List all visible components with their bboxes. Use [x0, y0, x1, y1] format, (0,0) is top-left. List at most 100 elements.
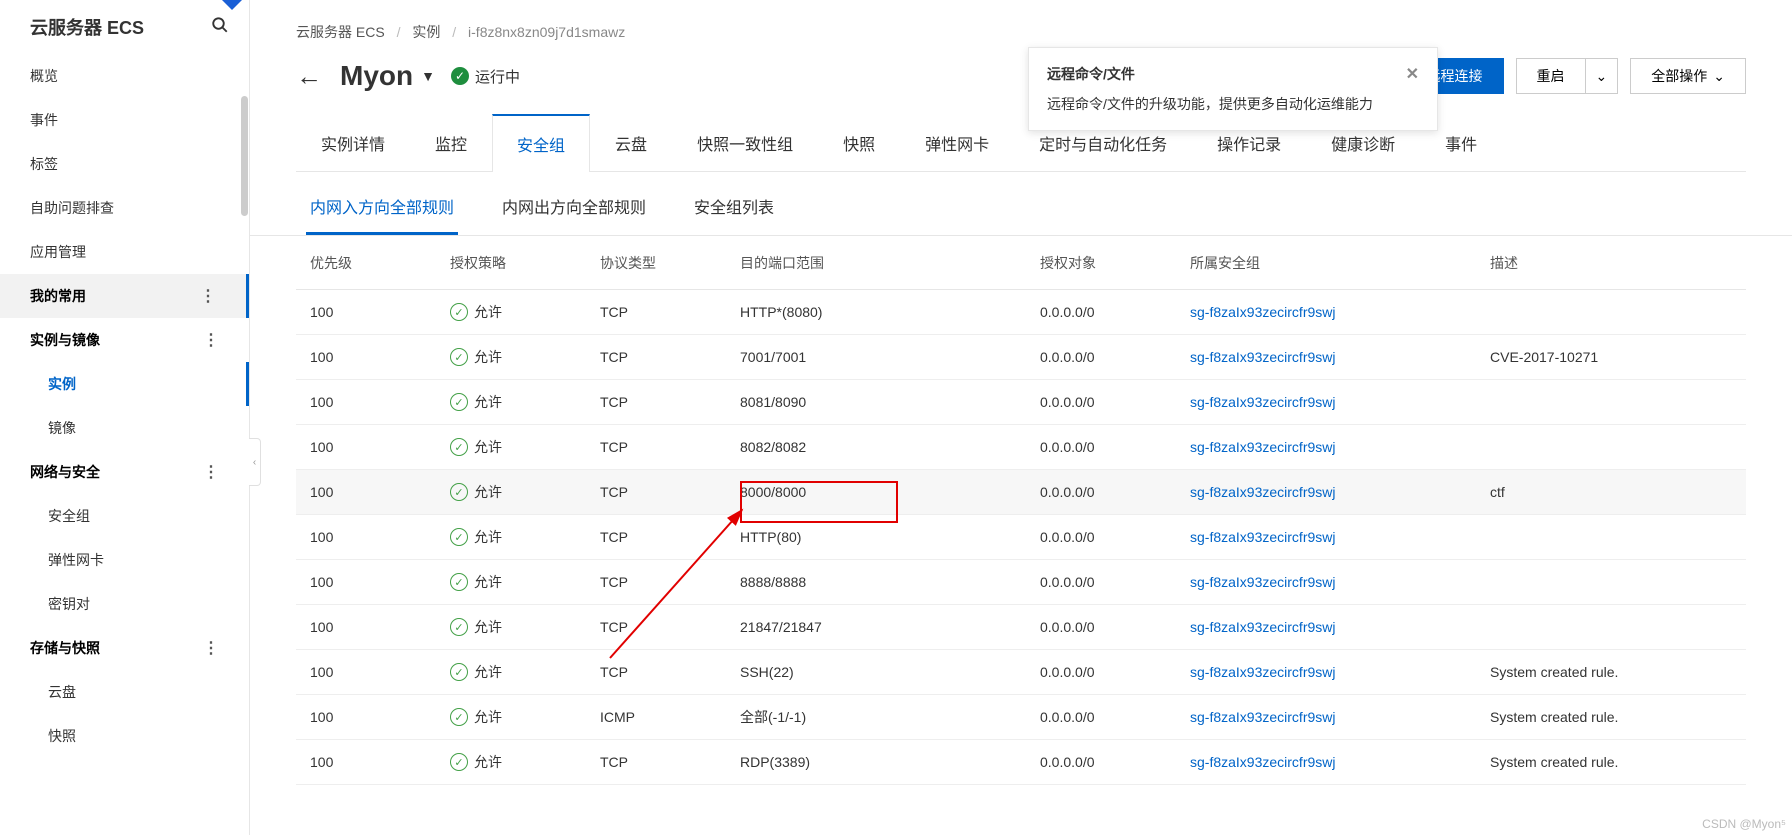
breadcrumb-section[interactable]: 实例	[412, 24, 440, 40]
sidebar-item[interactable]: 密钥对	[0, 582, 249, 626]
cell-security-group: sg-f8zaIx93zecircfr9swj	[1190, 304, 1490, 320]
sidebar-item[interactable]: 实例	[0, 362, 249, 406]
instance-title: Myon	[340, 60, 413, 92]
table-row[interactable]: 100✓允许TCPHTTP*(8080)0.0.0.0/0sg-f8zaIx93…	[296, 290, 1746, 335]
cell-auth-object: 0.0.0.0/0	[1040, 664, 1190, 680]
sidebar-item-label: 应用管理	[30, 242, 86, 262]
sidebar-item[interactable]: 应用管理	[0, 230, 249, 274]
sub-tab[interactable]: 安全组列表	[690, 194, 778, 235]
sidebar-title: 云服务器 ECS	[30, 14, 144, 40]
table-row[interactable]: 100✓允许TCP8082/80820.0.0.0/0sg-f8zaIx93ze…	[296, 425, 1746, 470]
back-arrow-icon[interactable]: ←	[296, 61, 322, 92]
sidebar-collapse-handle[interactable]: ‹	[249, 438, 261, 486]
column-header: 协议类型	[600, 253, 740, 273]
table-row[interactable]: 100✓允许TCP21847/218470.0.0.0/0sg-f8zaIx93…	[296, 605, 1746, 650]
cell-auth-object: 0.0.0.0/0	[1040, 754, 1190, 770]
tab[interactable]: 监控	[410, 114, 492, 172]
cell-security-group: sg-f8zaIx93zecircfr9swj	[1190, 709, 1490, 725]
sidebar-item[interactable]: 我的常用⋮	[0, 274, 249, 318]
table-row[interactable]: 100✓允许TCP7001/70010.0.0.0/0sg-f8zaIx93ze…	[296, 335, 1746, 380]
cell-description: System created rule.	[1490, 754, 1732, 770]
policy-label: 允许	[474, 302, 502, 322]
table-row[interactable]: 100✓允许TCP8000/80000.0.0.0/0sg-f8zaIx93ze…	[296, 470, 1746, 515]
security-group-link[interactable]: sg-f8zaIx93zecircfr9swj	[1190, 754, 1336, 770]
sidebar-item[interactable]: 弹性网卡	[0, 538, 249, 582]
sidebar-scrollbar[interactable]	[241, 96, 248, 216]
cell-description: System created rule.	[1490, 709, 1732, 725]
cell-auth-object: 0.0.0.0/0	[1040, 349, 1190, 365]
cell-security-group: sg-f8zaIx93zecircfr9swj	[1190, 349, 1490, 365]
tab[interactable]: 快照一致性组	[672, 114, 818, 172]
table-row[interactable]: 100✓允许TCPRDP(3389)0.0.0.0/0sg-f8zaIx93ze…	[296, 740, 1746, 785]
cell-policy: ✓允许	[450, 662, 600, 682]
sidebar-item[interactable]: 概览	[0, 54, 249, 98]
cell-protocol: ICMP	[600, 709, 740, 725]
tab[interactable]: 弹性网卡	[900, 114, 1014, 172]
cell-security-group: sg-f8zaIx93zecircfr9swj	[1190, 754, 1490, 770]
more-icon[interactable]: ⋮	[200, 286, 216, 306]
sidebar-item[interactable]: 存储与快照⋮	[0, 626, 249, 670]
table-row[interactable]: 100✓允许TCP8888/88880.0.0.0/0sg-f8zaIx93ze…	[296, 560, 1746, 605]
security-group-link[interactable]: sg-f8zaIx93zecircfr9swj	[1190, 619, 1336, 635]
sub-tab[interactable]: 内网出方向全部规则	[498, 194, 650, 235]
tab[interactable]: 实例详情	[296, 114, 410, 172]
tooltip-title: 远程命令/文件	[1047, 64, 1135, 84]
allow-icon: ✓	[450, 618, 468, 636]
security-group-link[interactable]: sg-f8zaIx93zecircfr9swj	[1190, 304, 1336, 320]
more-icon[interactable]: ⋮	[203, 638, 219, 658]
cell-priority: 100	[310, 439, 450, 455]
cell-auth-object: 0.0.0.0/0	[1040, 709, 1190, 725]
security-group-link[interactable]: sg-f8zaIx93zecircfr9swj	[1190, 529, 1336, 545]
sidebar-item[interactable]: 云盘	[0, 670, 249, 714]
allow-icon: ✓	[450, 348, 468, 366]
security-group-link[interactable]: sg-f8zaIx93zecircfr9swj	[1190, 439, 1336, 455]
search-icon[interactable]	[211, 16, 229, 39]
table-row[interactable]: 100✓允许ICMP全部(-1/-1)0.0.0.0/0sg-f8zaIx93z…	[296, 695, 1746, 740]
cell-description: System created rule.	[1490, 664, 1732, 680]
cell-priority: 100	[310, 709, 450, 725]
sidebar-item[interactable]: 安全组	[0, 494, 249, 538]
sidebar-item[interactable]: 实例与镜像⋮	[0, 318, 249, 362]
cell-priority: 100	[310, 529, 450, 545]
policy-label: 允许	[474, 707, 502, 727]
sidebar-item-label: 密钥对	[48, 594, 90, 614]
security-group-link[interactable]: sg-f8zaIx93zecircfr9swj	[1190, 394, 1336, 410]
more-icon[interactable]: ⋮	[203, 462, 219, 482]
table-row[interactable]: 100✓允许TCP8081/80900.0.0.0/0sg-f8zaIx93ze…	[296, 380, 1746, 425]
security-group-link[interactable]: sg-f8zaIx93zecircfr9swj	[1190, 574, 1336, 590]
column-header: 授权对象	[1040, 253, 1190, 273]
cell-port-range: RDP(3389)	[740, 754, 1040, 770]
tab[interactable]: 云盘	[590, 114, 672, 172]
restart-button[interactable]: 重启	[1516, 58, 1585, 94]
security-group-link[interactable]: sg-f8zaIx93zecircfr9swj	[1190, 664, 1336, 680]
cell-auth-object: 0.0.0.0/0	[1040, 529, 1190, 545]
sidebar-item-label: 概览	[30, 66, 58, 86]
cell-protocol: TCP	[600, 619, 740, 635]
tab[interactable]: 安全组	[492, 114, 590, 172]
sidebar-item[interactable]: 快照	[0, 714, 249, 758]
tab[interactable]: 快照	[818, 114, 900, 172]
title-dropdown-icon[interactable]: ▼	[421, 68, 435, 84]
security-group-link[interactable]: sg-f8zaIx93zecircfr9swj	[1190, 484, 1336, 500]
cell-port-range: HTTP*(8080)	[740, 304, 1040, 320]
table-row[interactable]: 100✓允许TCPSSH(22)0.0.0.0/0sg-f8zaIx93zeci…	[296, 650, 1746, 695]
cell-priority: 100	[310, 574, 450, 590]
restart-dropdown-button[interactable]: ⌄	[1585, 58, 1619, 94]
sidebar-item[interactable]: 镜像	[0, 406, 249, 450]
sidebar-item-label: 事件	[30, 110, 58, 130]
sidebar-item[interactable]: 自助问题排查	[0, 186, 249, 230]
sub-tab[interactable]: 内网入方向全部规则	[306, 194, 458, 235]
allow-icon: ✓	[450, 708, 468, 726]
sidebar-item[interactable]: 事件	[0, 98, 249, 142]
cell-security-group: sg-f8zaIx93zecircfr9swj	[1190, 439, 1490, 455]
sidebar-item[interactable]: 网络与安全⋮	[0, 450, 249, 494]
sidebar-item[interactable]: 标签	[0, 142, 249, 186]
all-operations-button[interactable]: 全部操作 ⌄	[1630, 58, 1746, 94]
breadcrumb-root[interactable]: 云服务器 ECS	[296, 24, 385, 40]
tooltip-close-icon[interactable]: ✕	[1406, 64, 1419, 84]
security-group-link[interactable]: sg-f8zaIx93zecircfr9swj	[1190, 709, 1336, 725]
more-icon[interactable]: ⋮	[203, 330, 219, 350]
table-row[interactable]: 100✓允许TCPHTTP(80)0.0.0.0/0sg-f8zaIx93zec…	[296, 515, 1746, 560]
cell-priority: 100	[310, 664, 450, 680]
security-group-link[interactable]: sg-f8zaIx93zecircfr9swj	[1190, 349, 1336, 365]
